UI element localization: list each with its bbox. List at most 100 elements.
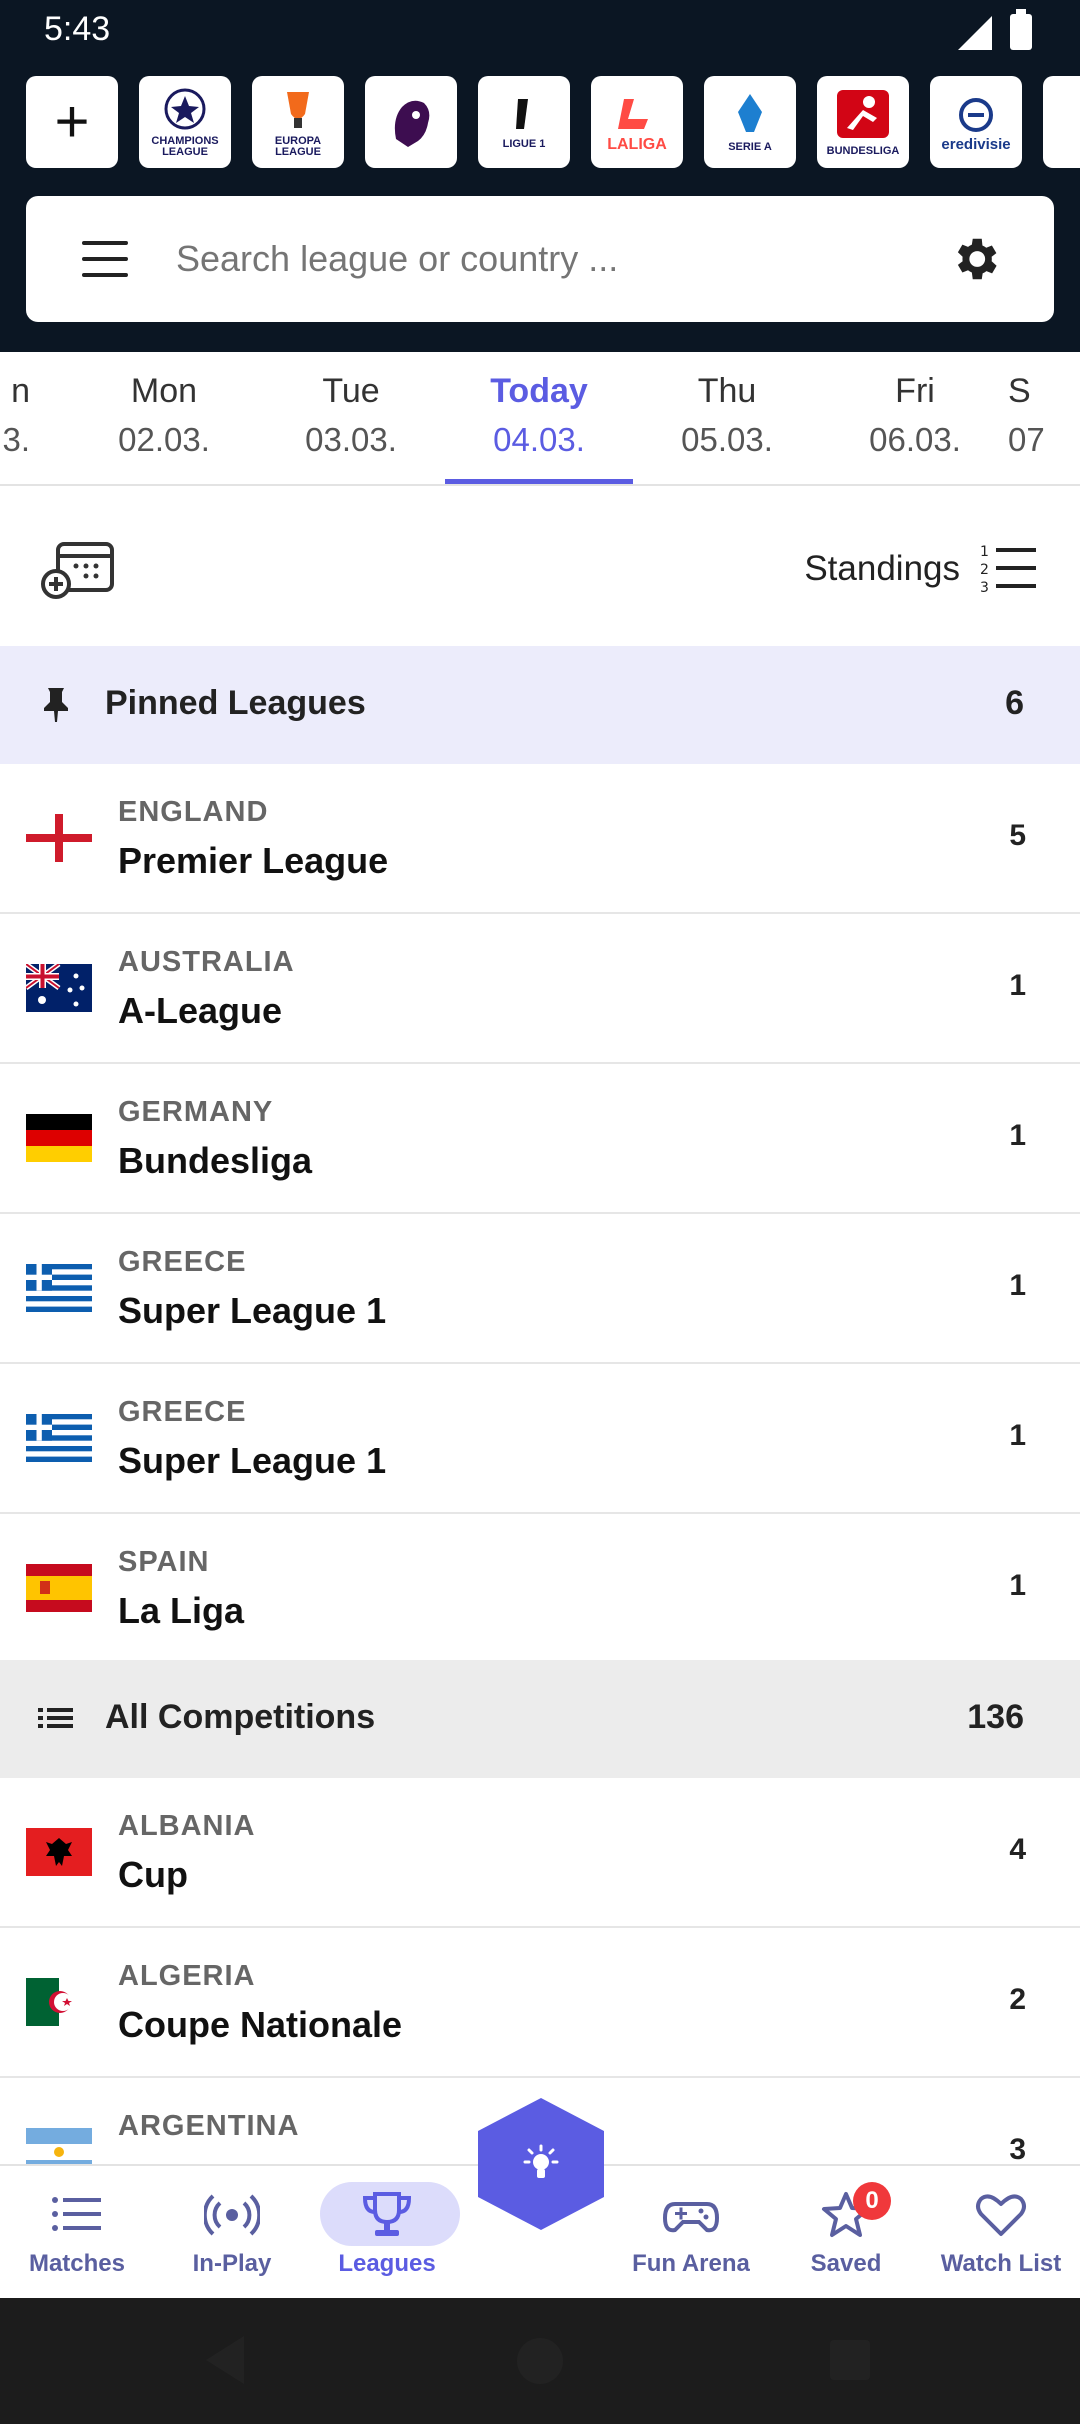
date-tab-tue[interactable]: Tue 03.03. xyxy=(257,352,445,484)
nav-watch-list[interactable]: Watch List xyxy=(926,2166,1076,2300)
heart-icon xyxy=(976,2194,1026,2236)
date-tab-date: 03.03. xyxy=(305,421,397,458)
date-tab-day: Fri xyxy=(895,372,935,410)
standings-label: Standings xyxy=(804,549,960,588)
albania-flag-icon xyxy=(26,1828,92,1876)
league-country: ENGLAND xyxy=(118,796,269,828)
league-row-australia-a-league[interactable]: AUSTRALIA A-League 1 xyxy=(0,914,1080,1064)
league-country: GREECE xyxy=(118,1246,247,1278)
app-header: 5:43 + CHAMPIONS LEAGUE EUROPA LEAGUE LI… xyxy=(0,0,1080,352)
match-count: 5 xyxy=(1009,819,1026,852)
australia-flag-icon xyxy=(26,964,92,1012)
nav-fun-arena[interactable]: Fun Arena xyxy=(616,2166,766,2300)
shortcut-label: LALIGA xyxy=(607,135,667,153)
league-country: ALBANIA xyxy=(118,1810,256,1842)
shortcut-laliga[interactable]: LALIGA xyxy=(591,76,683,168)
trophy-icon xyxy=(362,2192,412,2236)
add-league-button[interactable]: + xyxy=(26,76,118,168)
germany-flag-icon xyxy=(26,1114,92,1162)
premier-league-lion-icon xyxy=(394,100,430,147)
league-country: GERMANY xyxy=(118,1096,274,1128)
recent-apps-icon[interactable] xyxy=(830,2340,870,2380)
league-row-spain-la-liga[interactable]: SPAIN La Liga 1 xyxy=(0,1514,1080,1664)
menu-icon[interactable] xyxy=(82,241,128,277)
date-tabs: n 3. Mon 02.03. Tue 03.03. Today 04.03. … xyxy=(0,352,1080,486)
nav-label: Matches xyxy=(28,2250,126,2277)
nav-saved[interactable]: 0 Saved xyxy=(771,2166,921,2300)
shortcut-more[interactable] xyxy=(1043,76,1080,168)
search-input[interactable] xyxy=(176,226,936,292)
bundesliga-icon xyxy=(837,89,889,138)
date-tab-mon[interactable]: Mon 02.03. xyxy=(70,352,258,484)
calendar-add-icon[interactable] xyxy=(40,538,116,600)
gear-icon[interactable] xyxy=(948,232,1002,286)
shortcut-label: BUNDESLIGA xyxy=(826,144,900,157)
spain-flag-icon xyxy=(26,1564,92,1612)
system-navigation-bar xyxy=(0,2298,1080,2424)
standings-button[interactable]: Standings 1 2 3 xyxy=(804,542,1038,596)
ligue1-icon xyxy=(516,98,528,129)
league-shortcuts: + CHAMPIONS LEAGUE EUROPA LEAGUE LIGUE 1… xyxy=(26,76,1080,168)
champions-league-icon xyxy=(164,88,206,130)
league-row-albania-cup[interactable]: ALBANIA Cup 4 xyxy=(0,1778,1080,1928)
league-name: Super League 1 xyxy=(118,1290,387,1331)
date-tab-today[interactable]: Today 04.03. xyxy=(445,352,633,484)
date-tab-thu[interactable]: Thu 05.03. xyxy=(633,352,821,484)
shortcut-label: CHAMPIONS LEAGUE xyxy=(151,135,219,158)
date-tab-day: Mon xyxy=(130,372,198,410)
date-tab-fri[interactable]: Fri 06.03. xyxy=(821,352,1009,484)
status-time: 5:43 xyxy=(44,10,111,48)
match-count: 1 xyxy=(1009,1119,1026,1152)
match-count: 1 xyxy=(1009,969,1026,1002)
shortcut-eredivisie[interactable]: eredivisie xyxy=(930,76,1022,168)
date-tab-date: 04.03. xyxy=(493,421,585,458)
match-count: 1 xyxy=(1009,1569,1026,1602)
gamepad-icon xyxy=(663,2202,719,2233)
shortcut-label: eredivisie xyxy=(941,135,1011,153)
league-name: Cup xyxy=(118,1854,188,1895)
date-tab-day: Tue xyxy=(322,372,380,410)
league-row-greece-super-league-1[interactable]: GREECE Super League 1 1 xyxy=(0,1214,1080,1364)
section-title: All Competitions xyxy=(105,1698,376,1736)
pinned-leagues-header[interactable]: Pinned Leagues 6 xyxy=(0,646,1080,764)
league-name: Bundesliga xyxy=(118,1140,313,1181)
back-icon[interactable] xyxy=(206,2336,244,2384)
all-competitions-header[interactable]: All Competitions 136 xyxy=(0,1660,1080,1778)
live-broadcast-icon xyxy=(204,2194,260,2236)
league-row-england-premier-league[interactable]: ENGLAND Premier League 5 xyxy=(0,764,1080,914)
section-count: 136 xyxy=(967,1698,1024,1736)
nav-matches[interactable]: Matches xyxy=(2,2166,152,2300)
league-country: SPAIN xyxy=(118,1546,210,1578)
status-bar: 5:43 xyxy=(0,0,1080,64)
league-name: La Liga xyxy=(118,1590,245,1631)
shortcut-ligue1[interactable]: LIGUE 1 xyxy=(478,76,570,168)
date-tab-next[interactable]: S 07 xyxy=(1000,352,1080,484)
league-row-greece-super-league-1[interactable]: GREECE Super League 1 1 xyxy=(0,1364,1080,1514)
signal-icon xyxy=(958,16,992,50)
league-row-algeria-coupe-nationale[interactable]: ALGERIA Coupe Nationale 2 xyxy=(0,1928,1080,2078)
shortcut-bundesliga[interactable]: BUNDESLIGA xyxy=(817,76,909,168)
date-tab-date: 02.03. xyxy=(118,421,210,458)
shortcut-premier-league[interactable] xyxy=(365,76,457,168)
pin-icon xyxy=(44,688,68,722)
date-tab-date: 3. xyxy=(2,421,30,458)
date-tab-day: Today xyxy=(490,372,588,410)
nav-in-play[interactable]: In-Play xyxy=(157,2166,307,2300)
shortcut-label: SERIE A xyxy=(728,140,772,153)
ranked-list-icon: 1 2 3 xyxy=(980,544,1036,596)
match-count: 4 xyxy=(1009,1833,1026,1866)
section-count: 6 xyxy=(1005,684,1024,722)
league-row-germany-bundesliga[interactable]: GERMANY Bundesliga 1 xyxy=(0,1064,1080,1214)
home-icon[interactable] xyxy=(517,2338,563,2384)
shortcut-europa-league[interactable]: EUROPA LEAGUE xyxy=(252,76,344,168)
nav-leagues[interactable]: Leagues xyxy=(312,2166,462,2300)
date-tab-date: 05.03. xyxy=(681,421,773,458)
shortcut-champions-league[interactable]: CHAMPIONS LEAGUE xyxy=(139,76,231,168)
lightbulb-icon xyxy=(523,2144,559,2178)
date-tab-previous[interactable]: n 3. xyxy=(0,352,30,484)
algeria-flag-icon xyxy=(26,1978,92,2026)
svg-text:2: 2 xyxy=(980,562,989,578)
shortcut-serie-a[interactable]: SERIE A xyxy=(704,76,796,168)
league-country: ARGENTINA xyxy=(118,2110,300,2142)
date-tab-date: 07 xyxy=(1008,421,1045,458)
